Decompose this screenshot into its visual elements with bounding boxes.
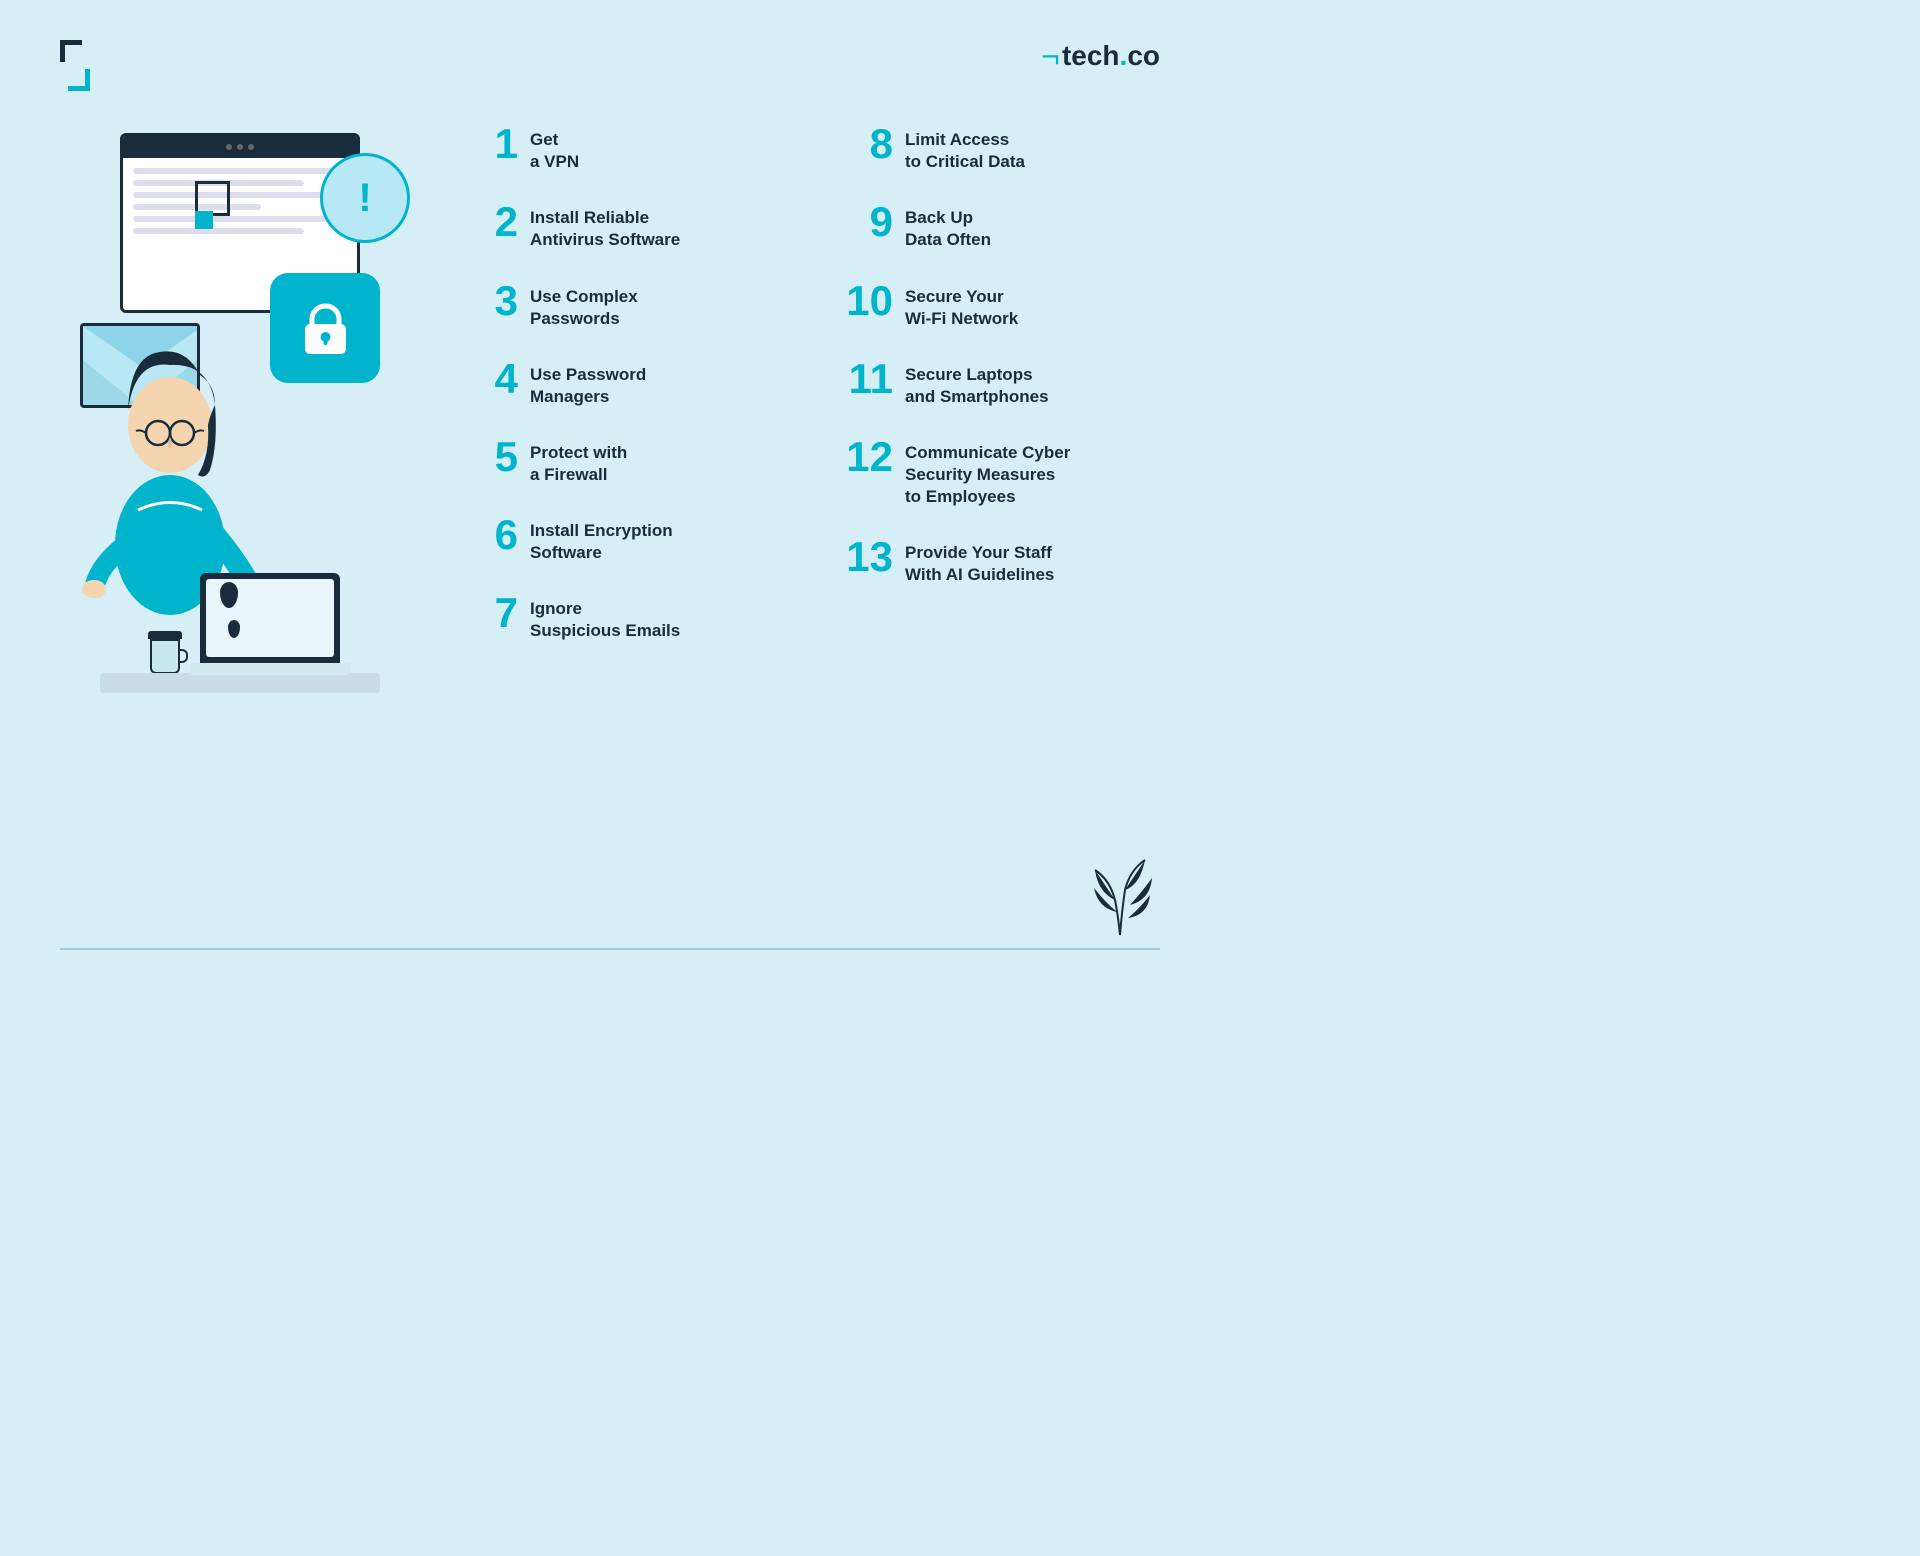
list-item: 10 Secure YourWi-Fi Network bbox=[845, 280, 1160, 330]
list-item: 8 Limit Accessto Critical Data bbox=[845, 123, 1160, 173]
logo-bracket-icon: ⌐ bbox=[1041, 40, 1060, 72]
browser-line bbox=[133, 192, 347, 198]
item-text: Protect witha Firewall bbox=[530, 436, 627, 486]
browser-dot-2 bbox=[237, 144, 243, 150]
left-list-column: 1 Geta VPN 2 Install ReliableAntivirus S… bbox=[470, 123, 785, 670]
browser-line bbox=[133, 216, 347, 222]
item-number: 4 bbox=[470, 358, 518, 400]
browser-line bbox=[133, 228, 304, 234]
item-text: IgnoreSuspicious Emails bbox=[530, 592, 680, 642]
title-block bbox=[60, 40, 80, 83]
list-item: 6 Install EncryptionSoftware bbox=[470, 514, 785, 564]
illustration: ! bbox=[60, 123, 440, 703]
bottom-divider bbox=[60, 948, 1160, 950]
browser-dot-3 bbox=[248, 144, 254, 150]
plant-decoration bbox=[1080, 850, 1160, 945]
list-item: 11 Secure Laptopsand Smartphones bbox=[845, 358, 1160, 408]
browser-rect-blue bbox=[195, 211, 213, 229]
item-text: Back UpData Often bbox=[905, 201, 991, 251]
list-item: 2 Install ReliableAntivirus Software bbox=[470, 201, 785, 251]
page-wrapper: ⌐ tech.co bbox=[0, 0, 1220, 970]
browser-line bbox=[133, 168, 347, 174]
item-number: 11 bbox=[845, 358, 893, 400]
item-number: 3 bbox=[470, 280, 518, 322]
browser-dot-1 bbox=[226, 144, 232, 150]
item-number: 9 bbox=[845, 201, 893, 243]
right-list-column: 8 Limit Accessto Critical Data 9 Back Up… bbox=[845, 123, 1160, 670]
item-number: 6 bbox=[470, 514, 518, 556]
laptop-base bbox=[190, 663, 350, 675]
list-item: 5 Protect witha Firewall bbox=[470, 436, 785, 486]
corner-tl-decoration bbox=[60, 40, 82, 62]
item-number: 1 bbox=[470, 123, 518, 165]
item-text: Communicate CyberSecurity Measuresto Emp… bbox=[905, 436, 1070, 508]
item-text: Install EncryptionSoftware bbox=[530, 514, 673, 564]
cup-lid bbox=[148, 631, 182, 639]
exclamation-icon: ! bbox=[358, 178, 371, 218]
item-text: Use ComplexPasswords bbox=[530, 280, 638, 330]
item-text: Install ReliableAntivirus Software bbox=[530, 201, 680, 251]
desk-illustration bbox=[100, 673, 380, 693]
item-number: 12 bbox=[845, 436, 893, 478]
item-text: Secure Laptopsand Smartphones bbox=[905, 358, 1049, 408]
plant-icon bbox=[1080, 850, 1160, 940]
item-number: 2 bbox=[470, 201, 518, 243]
item-number: 5 bbox=[470, 436, 518, 478]
header: ⌐ tech.co bbox=[60, 40, 1160, 83]
item-number: 7 bbox=[470, 592, 518, 634]
list-item: 4 Use PasswordManagers bbox=[470, 358, 785, 408]
item-text: Use PasswordManagers bbox=[530, 358, 646, 408]
list-item: 9 Back UpData Often bbox=[845, 201, 1160, 251]
lists-section: 1 Geta VPN 2 Install ReliableAntivirus S… bbox=[470, 123, 1160, 670]
cup-body bbox=[150, 639, 180, 674]
coffee-cup-illustration bbox=[150, 631, 185, 673]
list-item: 12 Communicate CyberSecurity Measuresto … bbox=[845, 436, 1160, 508]
corner-br-decoration bbox=[68, 69, 90, 91]
logo-text: tech.co bbox=[1062, 40, 1160, 72]
list-item: 7 IgnoreSuspicious Emails bbox=[470, 592, 785, 642]
main-content: ! bbox=[60, 123, 1160, 703]
item-text: Limit Accessto Critical Data bbox=[905, 123, 1025, 173]
list-item: 13 Provide Your StaffWith AI Guidelines bbox=[845, 536, 1160, 586]
browser-bar bbox=[123, 136, 357, 158]
lock-icon bbox=[298, 301, 353, 356]
item-number: 13 bbox=[845, 536, 893, 578]
item-text: Geta VPN bbox=[530, 123, 579, 173]
logo: ⌐ tech.co bbox=[1041, 40, 1160, 72]
alert-bubble-illustration: ! bbox=[320, 153, 410, 243]
list-item: 3 Use ComplexPasswords bbox=[470, 280, 785, 330]
list-item: 1 Geta VPN bbox=[470, 123, 785, 173]
item-text: Secure YourWi-Fi Network bbox=[905, 280, 1018, 330]
item-number: 8 bbox=[845, 123, 893, 165]
item-text: Provide Your StaffWith AI Guidelines bbox=[905, 536, 1054, 586]
item-number: 10 bbox=[845, 280, 893, 322]
logo-dot: . bbox=[1120, 40, 1128, 71]
